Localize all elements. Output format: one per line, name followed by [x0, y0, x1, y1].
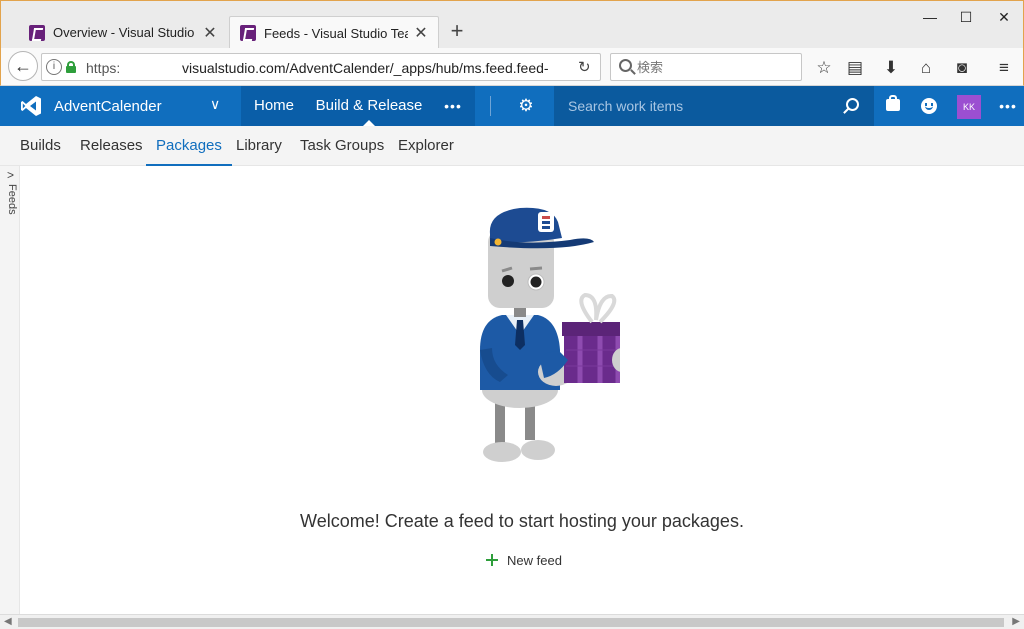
url-redaction: [122, 56, 182, 78]
browser-search-input[interactable]: [637, 58, 797, 78]
vsts-logo-icon: [21, 96, 41, 116]
tab-title: Overview - Visual Studio T...: [53, 25, 197, 40]
plus-icon: [486, 554, 498, 566]
scroll-left-arrow-icon[interactable]: ◀: [4, 616, 12, 627]
more-options-icon[interactable]: •••: [998, 96, 1018, 116]
tab-builds[interactable]: Builds: [10, 126, 71, 166]
tab-releases[interactable]: Releases: [70, 126, 153, 166]
tab-more[interactable]: •••: [431, 86, 475, 126]
scrollbar-thumb[interactable]: [18, 618, 1004, 627]
info-icon[interactable]: i: [46, 59, 62, 75]
main-content: Welcome! Create a feed to start hosting …: [20, 166, 1024, 614]
url-text: visualstudio.com/AdventCalender/_apps/hu…: [182, 60, 549, 76]
work-item-search[interactable]: [554, 86, 874, 126]
close-tab-icon[interactable]: ✕: [414, 23, 428, 43]
visual-studio-icon: [29, 24, 45, 41]
marketplace-bag-icon[interactable]: [886, 95, 900, 111]
tab-explorer[interactable]: Explorer: [388, 126, 464, 166]
tab-library[interactable]: Library: [226, 126, 292, 166]
feedback-smile-icon[interactable]: [921, 98, 937, 114]
browser-titlebar: Overview - Visual Studio T... ✕ Feeds - …: [0, 0, 1024, 49]
maximize-button[interactable]: ☐: [949, 7, 983, 27]
horizontal-scrollbar[interactable]: ◀ ▶: [0, 614, 1024, 629]
tab-task-groups[interactable]: Task Groups: [290, 126, 394, 166]
welcome-message: Welcome! Create a feed to start hosting …: [300, 511, 744, 531]
header-divider: [490, 96, 491, 116]
feeds-panel-label: Feeds: [6, 184, 18, 215]
hub-navigation: Builds Releases Packages Library Task Gr…: [0, 126, 1024, 166]
bookmark-star-icon[interactable]: ☆: [813, 57, 835, 79]
robot-gift-illustration: [480, 207, 620, 462]
new-feed-button[interactable]: New feed: [486, 550, 562, 570]
close-window-button[interactable]: ✕: [987, 7, 1021, 27]
chevron-right-icon[interactable]: >: [7, 168, 14, 182]
project-selector[interactable]: AdventCalender ∨: [0, 86, 241, 126]
browser-search-box[interactable]: [610, 53, 802, 81]
browser-tab-feeds[interactable]: Feeds - Visual Studio Tea... ✕: [229, 16, 439, 49]
new-tab-button[interactable]: +: [447, 19, 467, 43]
url-scheme: https:: [86, 60, 121, 76]
tab-build-release-label: Build & Release: [315, 97, 423, 114]
home-icon[interactable]: ⌂: [915, 57, 937, 79]
chevron-down-icon: ∨: [210, 96, 221, 112]
reload-icon[interactable]: ↻: [578, 58, 591, 76]
search-icon[interactable]: [846, 98, 859, 111]
avatar[interactable]: KK: [957, 95, 981, 119]
reading-list-icon[interactable]: ▤: [844, 57, 866, 79]
browser-navbar: ← i https: visualstudio.com/AdventCalend…: [0, 48, 1024, 86]
lock-icon[interactable]: [66, 61, 76, 73]
tab-build-release[interactable]: Build & Release: [307, 86, 431, 127]
tab-title: Feeds - Visual Studio Tea...: [264, 25, 408, 41]
work-item-search-input[interactable]: [568, 96, 828, 116]
url-bar[interactable]: i https: visualstudio.com/AdventCalender…: [41, 53, 601, 81]
pocket-icon[interactable]: ◙: [951, 57, 973, 79]
minimize-button[interactable]: —: [913, 7, 947, 27]
new-feed-label: New feed: [507, 552, 562, 568]
project-name: AdventCalender: [54, 98, 162, 115]
visual-studio-icon: [240, 25, 256, 41]
close-tab-icon[interactable]: ✕: [203, 23, 217, 43]
tab-packages[interactable]: Packages: [146, 126, 232, 166]
downloads-icon[interactable]: ⬇: [880, 57, 902, 79]
browser-tab-overview[interactable]: Overview - Visual Studio T... ✕: [19, 16, 227, 49]
back-button[interactable]: ←: [8, 51, 38, 81]
tab-home[interactable]: Home: [241, 86, 307, 126]
scroll-right-arrow-icon[interactable]: ▶: [1012, 616, 1020, 627]
hamburger-menu-icon[interactable]: ≡: [993, 57, 1015, 79]
gear-icon[interactable]: ⚙: [517, 97, 535, 115]
feeds-side-panel[interactable]: > Feeds: [0, 166, 20, 614]
search-icon: [619, 59, 632, 72]
vsts-header: AdventCalender ∨ Home Build & Release ••…: [0, 86, 1024, 127]
